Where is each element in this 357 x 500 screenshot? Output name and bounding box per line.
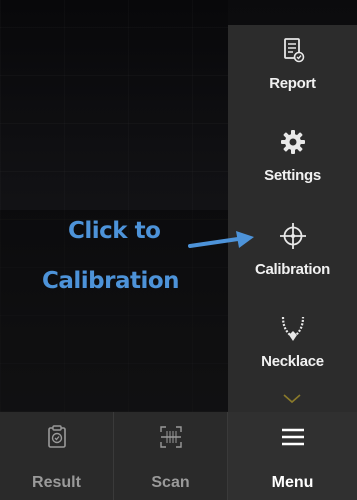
menu-item-label: Report [269,75,316,92]
chevron-down-icon[interactable] [278,391,306,407]
arrow-right-icon [188,231,254,248]
bottom-bar: Result Scan Menu [0,412,357,500]
menu-item-settings[interactable]: Settings [228,117,357,205]
tab-menu[interactable]: Menu [228,412,357,500]
gear-icon [280,130,305,154]
app-screen: Report Settings Calibration Necklace Cli… [0,0,357,500]
camera-viewport [0,0,228,412]
tab-label: Scan [151,474,190,491]
menu-item-label: Calibration [254,261,331,278]
scan-icon [159,426,182,448]
annotation-line-1: Click to [68,218,161,244]
tab-scan[interactable]: Scan [114,412,228,500]
menu-item-label: Necklace [261,353,324,370]
clipboard-icon [47,425,66,448]
tab-label: Menu [271,474,314,491]
necklace-icon [281,316,304,341]
side-menu: Report Settings Calibration Necklace [228,25,357,412]
menu-item-necklace[interactable]: Necklace [228,303,357,391]
tab-result[interactable]: Result [0,412,114,500]
menu-item-report[interactable]: Report [228,25,357,113]
crosshair-icon [279,223,306,249]
menu-item-label: Settings [264,167,321,184]
tab-label: Result [32,474,81,491]
annotation-line-2: Calibration [42,268,180,294]
report-icon [283,38,304,63]
hamburger-icon [281,428,304,446]
